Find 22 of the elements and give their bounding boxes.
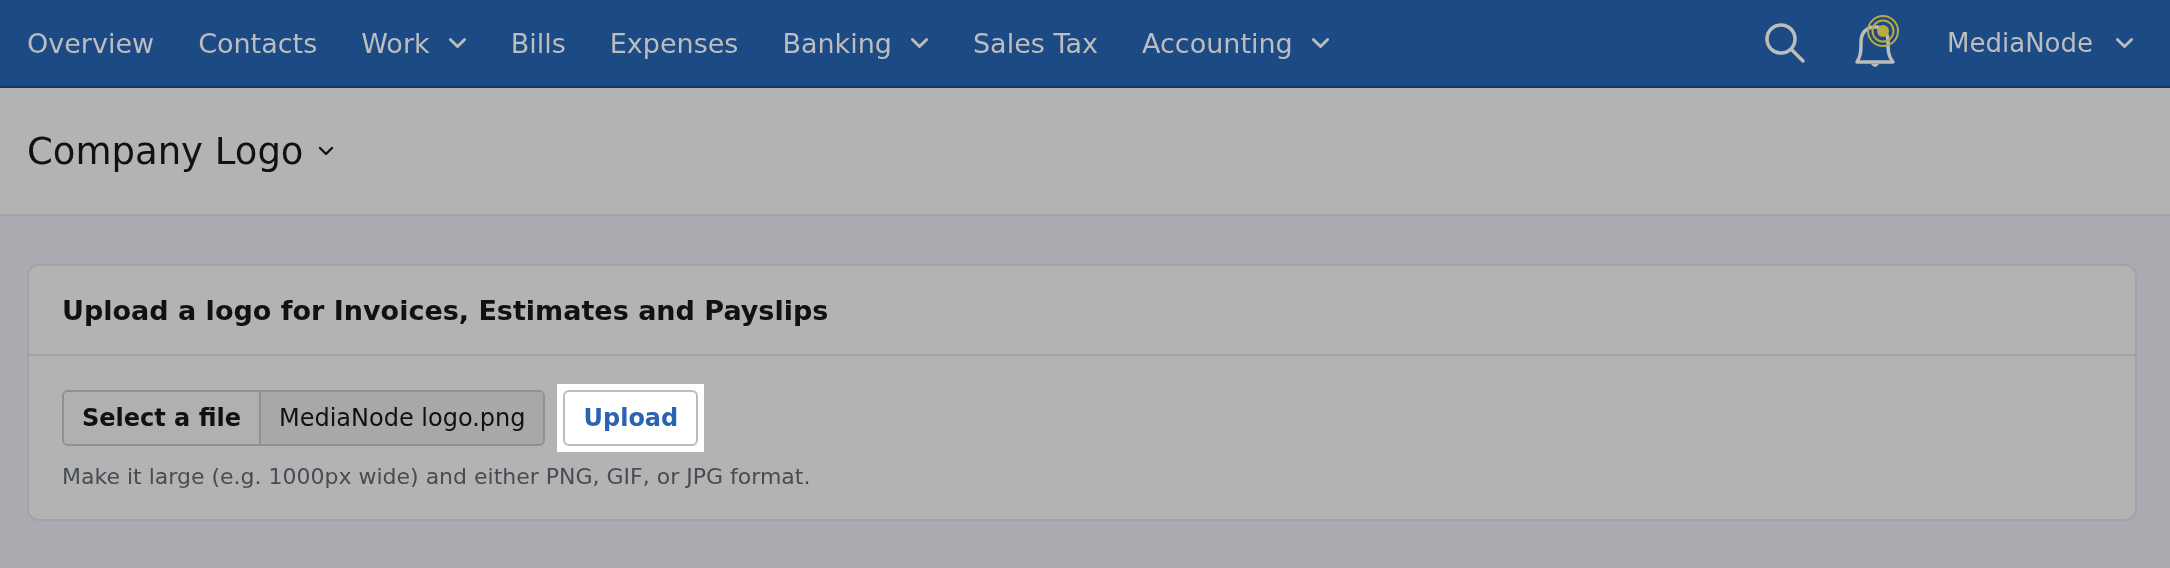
hint-text: Make it large (e.g. 1000px wide) and either PNG, GIF, or JPG format. xyxy=(62,464,812,489)
nav-item[interactable]: Accounting xyxy=(1141,27,1330,59)
caret-icon xyxy=(447,37,467,49)
caret-icon xyxy=(317,146,334,156)
page-title-menu[interactable]: Company Logo xyxy=(27,129,334,173)
nav-item[interactable]: Contacts xyxy=(198,27,318,59)
file-name: MediaNode logo.png xyxy=(260,392,544,444)
account-menu[interactable]: MediaNode xyxy=(1947,28,2134,58)
nav-item[interactable]: Sales Tax xyxy=(972,27,1098,59)
caret-icon xyxy=(909,37,929,49)
select-file-button[interactable]: Select a file xyxy=(64,392,261,444)
file-picker[interactable]: Select a file MediaNode logo.png xyxy=(62,390,546,446)
nav-item[interactable]: Work xyxy=(361,27,467,59)
card-title: Upload a logo for Invoices, Estimates and Payslips xyxy=(62,294,829,326)
nav-item[interactable]: Overview xyxy=(27,27,155,59)
caret-icon xyxy=(2115,37,2134,49)
nav-item[interactable]: Banking xyxy=(782,27,929,59)
nav-item[interactable]: Expenses xyxy=(609,27,739,59)
upload-button[interactable]: Upload xyxy=(563,390,699,446)
nav-item[interactable]: Bills xyxy=(510,27,566,59)
caret-icon xyxy=(1310,37,1330,49)
search-icon[interactable] xyxy=(1763,21,1808,65)
